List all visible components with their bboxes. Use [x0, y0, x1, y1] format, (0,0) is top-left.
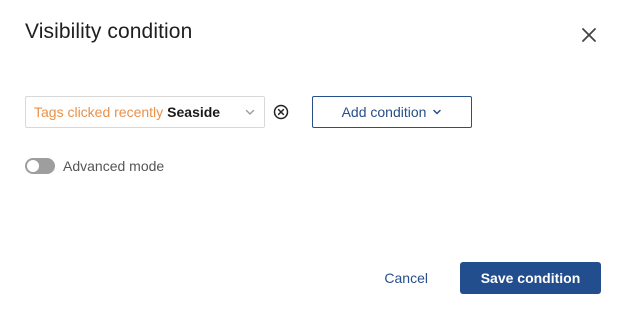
- advanced-mode-row: Advanced mode: [25, 158, 164, 174]
- condition-value: Seaside: [167, 104, 221, 120]
- add-condition-button[interactable]: Add condition: [312, 96, 472, 128]
- circle-x-icon: [273, 104, 289, 120]
- advanced-mode-label: Advanced mode: [63, 158, 165, 174]
- toggle-knob: [27, 160, 39, 172]
- visibility-condition-dialog: Visibility condition Tags clicked recent…: [0, 0, 627, 313]
- cancel-button[interactable]: Cancel: [374, 262, 438, 294]
- condition-chip[interactable]: Tags clicked recently Seaside: [25, 96, 265, 128]
- advanced-mode-toggle[interactable]: [25, 158, 55, 174]
- chevron-down-icon: [244, 106, 256, 118]
- remove-condition-button[interactable]: [272, 103, 290, 121]
- dialog-title: Visibility condition: [25, 20, 193, 43]
- chevron-down-icon: [426, 107, 442, 117]
- close-button[interactable]: [576, 22, 602, 48]
- condition-prefix: Tags clicked recently: [34, 104, 164, 120]
- save-condition-button[interactable]: Save condition: [460, 262, 601, 294]
- add-condition-label: Add condition: [341, 104, 427, 120]
- condition-row: Tags clicked recently Seaside Add condit…: [25, 96, 472, 128]
- dialog-footer: Cancel Save condition: [374, 262, 601, 294]
- close-icon: [581, 27, 597, 43]
